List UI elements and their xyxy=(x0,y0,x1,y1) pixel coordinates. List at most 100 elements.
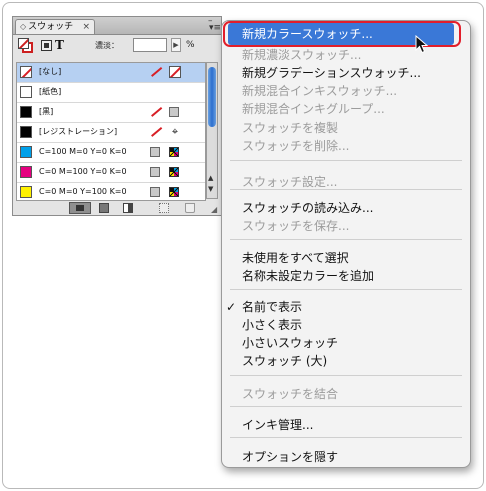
swatch-list: [なし] [紙色] [黒] [レジストレーション] ⌖ C=100 M=0 Y=0 K=0… xyxy=(16,62,206,201)
menu-item-label: スウォッチを複製 xyxy=(242,121,339,135)
no-edit-icon xyxy=(150,106,162,118)
mouse-pointer-icon xyxy=(415,35,429,54)
no-edit-icon xyxy=(150,126,162,138)
menu-item: 新規混合インキグループ... xyxy=(222,100,470,118)
menu-item-label: 新規混合インキスウォッチ... xyxy=(242,84,398,98)
menu-item-label: オプションを隠す xyxy=(242,450,339,464)
scroll-down-icon[interactable]: ▼ xyxy=(208,185,213,193)
none-color-icon xyxy=(169,66,181,78)
menu-item-label: スウォッチを結合 xyxy=(242,387,339,401)
show-all-swatches-icon[interactable] xyxy=(69,202,91,214)
menu-item-label: スウォッチを保存... xyxy=(242,219,350,233)
swatch-row[interactable]: C=100 M=0 Y=0 K=0 xyxy=(17,143,205,163)
swatch-row[interactable]: C=0 M=100 Y=0 K=0 xyxy=(17,163,205,183)
menu-separator xyxy=(230,189,462,190)
tab-close-icon[interactable]: × xyxy=(82,20,90,34)
swatch-color-chip xyxy=(20,86,32,98)
menu-item-label: スウォッチの読み込み... xyxy=(242,201,374,215)
swatch-row[interactable]: [なし] xyxy=(17,63,205,83)
tab-swatches[interactable]: ◇ スウォッチ × xyxy=(15,19,95,34)
menu-item[interactable]: 新規グラデーションスウォッチ... xyxy=(222,64,470,82)
tint-input[interactable] xyxy=(133,38,167,52)
show-color-swatches-icon[interactable] xyxy=(99,203,109,213)
fill-swatch-icon[interactable] xyxy=(18,38,29,49)
menu-item[interactable]: オプションを隠す xyxy=(222,448,470,466)
swatch-name: [紙色] xyxy=(39,87,62,96)
registration-icon: ⌖ xyxy=(171,125,179,138)
menu-separator xyxy=(230,437,462,438)
swatch-color-chip xyxy=(20,66,32,78)
menu-item-label: 名称未設定カラーを追加 xyxy=(242,269,375,283)
tab-label: スウォッチ xyxy=(28,22,74,32)
menu-separator xyxy=(230,289,462,290)
process-color-icon xyxy=(150,167,160,177)
swatch-name: C=0 M=100 Y=0 K=0 xyxy=(39,167,127,176)
cmyk-mode-icon xyxy=(169,167,179,177)
tint-label: 濃淡： xyxy=(95,41,119,50)
text-formatting-icon[interactable]: T xyxy=(55,38,64,52)
show-gradient-swatches-icon[interactable] xyxy=(123,203,133,213)
swatch-row[interactable]: [黒] xyxy=(17,103,205,123)
swatch-color-chip xyxy=(20,186,32,198)
panel-menu-button[interactable]: ▾≡ xyxy=(209,23,221,33)
swatch-name: C=0 M=0 Y=100 K=0 xyxy=(39,187,127,196)
swatch-color-chip xyxy=(20,166,32,178)
menu-item: スウォッチを結合 xyxy=(222,385,470,403)
checkmark-icon: ✓ xyxy=(226,300,237,314)
tint-percent-label: % xyxy=(186,40,195,50)
swatches-panel: ◇ スウォッチ × – ▾≡ T 濃淡： ▶ % [なし] [紙色] [黒] [レジスト… xyxy=(12,16,222,216)
process-color-icon xyxy=(150,147,160,157)
swatch-color-chip xyxy=(20,106,32,118)
menu-item: 新規混合インキスウォッチ... xyxy=(222,82,470,100)
swatch-scrollbar[interactable]: ▲ ▼ xyxy=(206,62,218,199)
tab-grip-icon: ◇ xyxy=(20,22,27,31)
menu-item-label: 未使用をすべて選択 xyxy=(242,251,349,265)
container-formatting-icon[interactable] xyxy=(41,40,52,51)
panel-flyout-menu: 新規カラースウォッチ... 新規濃淡スウォッチ... 新規グラデーションスウォッチ.… xyxy=(221,20,471,468)
menu-item-label: 小さく表示 xyxy=(242,318,303,332)
menu-item-label: 名前で表示 xyxy=(242,300,303,314)
swatch-row[interactable]: C=0 M=0 Y=100 K=0 xyxy=(17,183,205,200)
menu-item[interactable]: 名称未設定カラーを追加 xyxy=(222,267,470,285)
process-color-icon xyxy=(150,187,160,197)
menu-item-label: 小さいスウォッチ xyxy=(242,336,339,350)
new-swatch-icon[interactable] xyxy=(159,203,169,213)
menu-item[interactable]: ✓ 名前で表示 xyxy=(222,298,470,316)
scroll-thumb[interactable] xyxy=(208,67,216,127)
resize-grip-icon[interactable]: ◢ xyxy=(211,205,217,214)
swatch-toolbar: T 濃淡： ▶ % xyxy=(13,35,221,57)
scroll-up-icon[interactable]: ▲ xyxy=(208,174,213,182)
menu-item-label: 新規混合インキグループ... xyxy=(242,102,385,116)
swatch-name: [なし] xyxy=(39,67,62,76)
menu-item-label: スウォッチを削除... xyxy=(242,139,350,153)
swatch-color-chip xyxy=(20,126,32,138)
swatch-name: [レジストレーション] xyxy=(39,127,118,136)
menu-separator xyxy=(230,160,462,161)
swatch-color-chip xyxy=(20,146,32,158)
panel-tab-bar: ◇ スウォッチ × – xyxy=(13,16,221,35)
menu-item[interactable]: 小さいスウォッチ xyxy=(222,334,470,352)
no-edit-icon xyxy=(150,66,162,78)
swatch-row[interactable]: [レジストレーション] ⌖ xyxy=(17,123,205,143)
menu-item: 新規濃淡スウォッチ... xyxy=(222,46,470,64)
menu-item[interactable]: スウォッチ (大) xyxy=(222,352,470,370)
menu-separator xyxy=(230,239,462,240)
menu-item[interactable]: スウォッチの読み込み... xyxy=(222,199,470,217)
menu-item[interactable]: インキ管理... xyxy=(222,416,470,434)
menu-item-label: スウォッチ (大) xyxy=(242,354,328,368)
swatch-name: [黒] xyxy=(39,107,54,116)
menu-item: スウォッチを削除... xyxy=(222,137,470,155)
cmyk-mode-icon xyxy=(169,147,179,157)
menu-item-label: スウォッチ設定... xyxy=(242,175,338,189)
menu-item: スウォッチを保存... xyxy=(222,217,470,235)
menu-item-label: 新規カラースウォッチ... xyxy=(242,27,373,41)
menu-item-label: 新規濃淡スウォッチ... xyxy=(242,48,362,62)
menu-item[interactable]: 小さく表示 xyxy=(222,316,470,334)
menu-separator xyxy=(230,375,462,376)
fill-stroke-icon[interactable] xyxy=(18,38,34,54)
menu-item[interactable]: 未使用をすべて選択 xyxy=(222,249,470,267)
tint-slider-arrow-icon[interactable]: ▶ xyxy=(171,38,181,52)
swatch-row[interactable]: [紙色] xyxy=(17,83,205,103)
menu-item-label: インキ管理... xyxy=(242,418,314,432)
delete-swatch-icon[interactable] xyxy=(185,203,195,213)
